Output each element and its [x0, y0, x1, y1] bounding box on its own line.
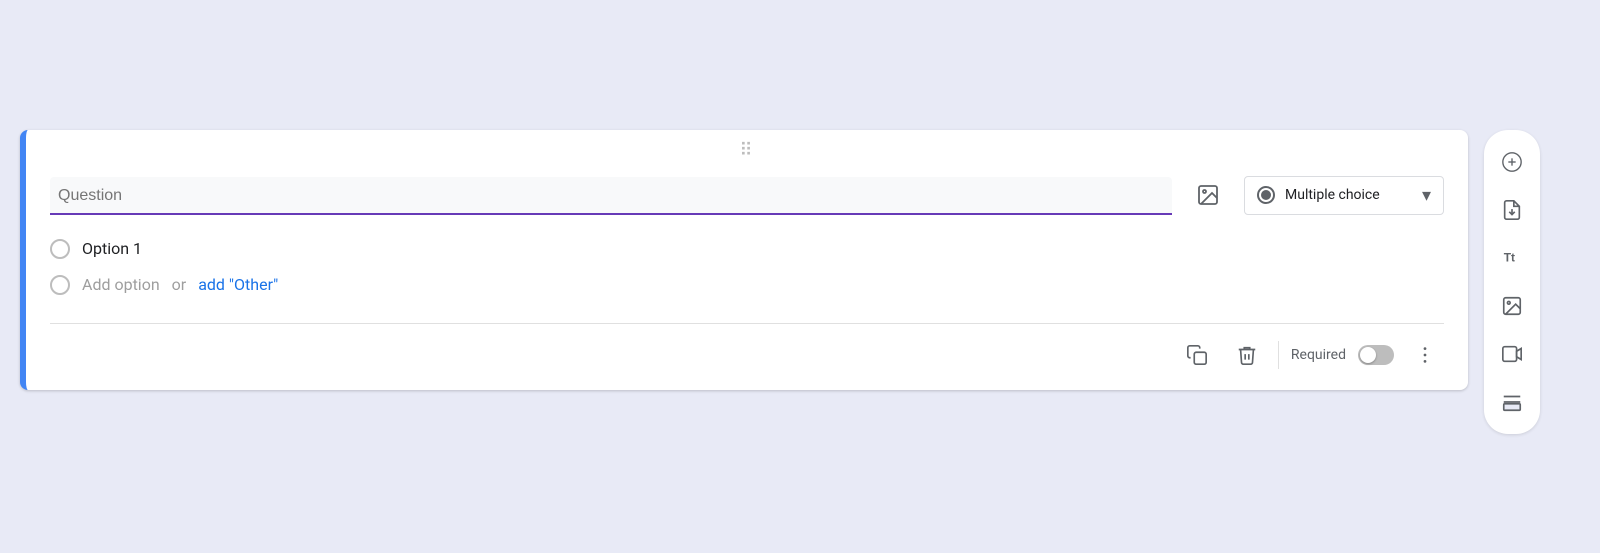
question-underline: [50, 213, 1172, 215]
card-footer: Required: [26, 324, 1468, 374]
question-input-wrapper: [50, 177, 1172, 215]
add-title-button[interactable]: Tt: [1490, 236, 1534, 280]
add-image-button[interactable]: [1490, 284, 1534, 328]
copy-button[interactable]: [1178, 336, 1216, 374]
add-section-button[interactable]: [1490, 380, 1534, 424]
question-input[interactable]: [50, 177, 1172, 213]
option-row-1: Option 1: [50, 231, 1444, 267]
required-label: Required: [1291, 347, 1346, 363]
add-option-label[interactable]: Add option: [82, 275, 160, 294]
add-option-row[interactable]: Add option or add "Other": [50, 267, 1444, 303]
delete-button[interactable]: [1228, 336, 1266, 374]
option-1-label: Option 1: [82, 239, 142, 258]
svg-text:Tt: Tt: [1504, 250, 1515, 264]
question-card: ⠿ Multiple choice ▾: [20, 130, 1468, 390]
card-top: Multiple choice ▾: [26, 167, 1468, 215]
add-question-button[interactable]: [1490, 140, 1534, 184]
radio-icon: [1257, 186, 1275, 204]
drag-handle[interactable]: ⠿: [26, 130, 1468, 167]
or-label: or: [172, 275, 187, 294]
options-section: Option 1 Add option or add "Other": [26, 215, 1468, 311]
add-option-radio: [50, 275, 70, 295]
add-other-link[interactable]: add "Other": [198, 275, 278, 294]
more-options-button[interactable]: [1406, 340, 1444, 370]
footer-separator: [1278, 341, 1279, 369]
question-type-selector[interactable]: Multiple choice ▾: [1244, 176, 1444, 215]
question-image-button[interactable]: [1188, 175, 1228, 215]
required-toggle[interactable]: [1358, 345, 1394, 365]
toggle-knob: [1360, 347, 1376, 363]
radio-inner: [1261, 190, 1271, 200]
required-toggle-wrapper[interactable]: [1358, 345, 1394, 365]
right-sidebar: Tt: [1484, 130, 1540, 434]
option-radio-1: [50, 239, 70, 259]
type-selector-label: Multiple choice: [1285, 187, 1412, 203]
import-questions-button[interactable]: [1490, 188, 1534, 232]
chevron-down-icon: ▾: [1422, 185, 1431, 206]
add-video-button[interactable]: [1490, 332, 1534, 376]
